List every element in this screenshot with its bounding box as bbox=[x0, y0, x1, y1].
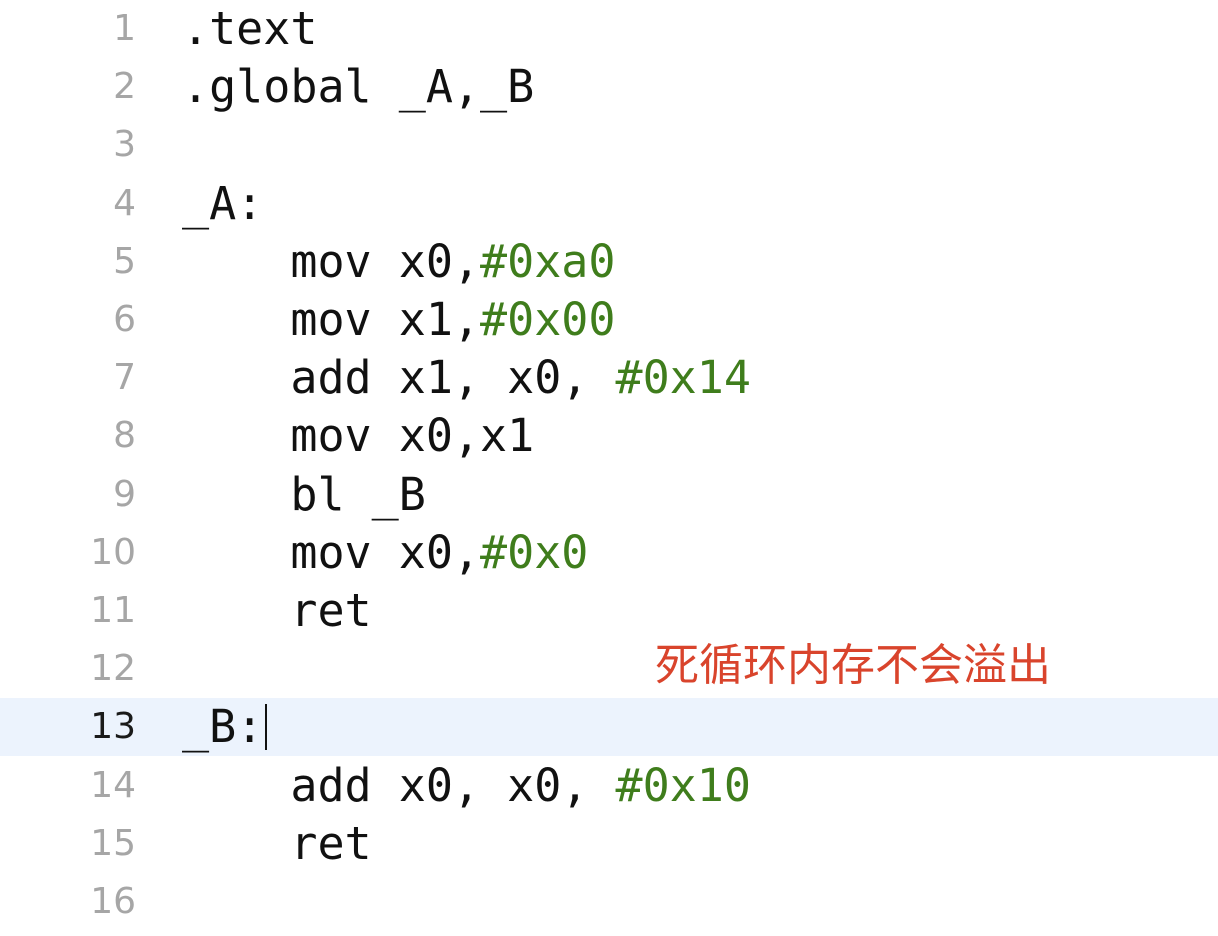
code-token: _A: bbox=[182, 176, 264, 230]
line-number: 14 bbox=[90, 764, 136, 806]
code-line[interactable]: 14 add x0, x0, #0x10 bbox=[0, 757, 1218, 815]
code-token: ret bbox=[290, 816, 372, 870]
code-line-current[interactable]: 13 _B: bbox=[0, 698, 1218, 757]
line-number: 7 bbox=[113, 357, 136, 399]
code-token: _B: bbox=[182, 700, 264, 754]
code-line[interactable]: 9 bl _B bbox=[0, 466, 1218, 524]
number-literal: #0x14 bbox=[615, 351, 751, 405]
line-number: 8 bbox=[113, 415, 136, 457]
code-text[interactable]: mov x1,#0x00 bbox=[182, 291, 616, 349]
number-literal: #0xa0 bbox=[480, 234, 616, 288]
code-line[interactable]: 10 mov x0,#0x0 bbox=[0, 524, 1218, 582]
code-line[interactable]: 8 mov x0,x1 bbox=[0, 407, 1218, 465]
code-line[interactable]: 5 mov x0,#0xa0 bbox=[0, 233, 1218, 291]
code-text[interactable]: add x0, x0, #0x10 bbox=[182, 757, 751, 815]
line-number: 4 bbox=[113, 182, 136, 224]
number-literal: #0x10 bbox=[615, 758, 751, 812]
line-number: 13 bbox=[90, 706, 136, 748]
code-line[interactable]: 4 _A: bbox=[0, 175, 1218, 233]
line-number: 3 bbox=[113, 124, 136, 166]
code-text[interactable]: .global _A,_B bbox=[182, 58, 534, 116]
code-line[interactable]: 1 .text bbox=[0, 0, 1218, 58]
code-token: mov x0,x1 bbox=[290, 409, 535, 463]
line-number: 9 bbox=[113, 473, 136, 515]
code-line[interactable]: 2 .global _A,_B bbox=[0, 58, 1218, 116]
code-token: ret bbox=[290, 584, 372, 637]
code-line[interactable]: 11 ret bbox=[0, 582, 1218, 640]
code-text[interactable]: bl _B bbox=[182, 466, 426, 524]
code-token: mov x0, bbox=[290, 525, 481, 579]
line-number: 1 bbox=[113, 8, 136, 49]
code-token: add x0, x0, bbox=[290, 758, 616, 812]
code-token: mov x1, bbox=[290, 293, 481, 346]
code-line[interactable]: 15 ret bbox=[0, 815, 1218, 873]
line-number: 5 bbox=[113, 240, 136, 282]
code-token: add x1, x0, bbox=[290, 351, 616, 405]
code-text[interactable]: add x1, x0, #0x14 bbox=[182, 349, 751, 407]
code-line[interactable]: 7 add x1, x0, #0x14 bbox=[0, 349, 1218, 407]
code-editor[interactable]: 1 .text 2 .global _A,_B 3 4 _A: 5 mov x0,#0xa0 6… bbox=[0, 0, 1218, 936]
code-text[interactable]: .text bbox=[182, 0, 317, 58]
code-token: .text bbox=[182, 2, 318, 55]
code-text[interactable]: mov x0,x1 bbox=[182, 407, 534, 465]
code-text[interactable]: ret bbox=[182, 815, 372, 873]
code-line[interactable]: 6 mov x1,#0x00 bbox=[0, 291, 1218, 349]
code-text[interactable]: mov x0,#0x0 bbox=[182, 524, 588, 582]
text-caret bbox=[265, 704, 268, 751]
number-literal: #0x00 bbox=[480, 293, 616, 346]
code-token: mov x0, bbox=[290, 234, 481, 288]
annotation-text: 死循环内存不会溢出 bbox=[655, 640, 1051, 691]
line-number: 11 bbox=[90, 590, 136, 631]
number-literal: #0x0 bbox=[480, 525, 589, 579]
line-number: 2 bbox=[113, 66, 136, 108]
line-number: 6 bbox=[113, 299, 136, 340]
line-number: 10 bbox=[90, 531, 136, 573]
code-text[interactable]: ret bbox=[182, 582, 372, 640]
code-text[interactable]: mov x0,#0xa0 bbox=[182, 233, 616, 291]
code-text[interactable]: _A: bbox=[182, 175, 263, 233]
code-token: bl _B bbox=[290, 467, 426, 521]
code-token: .global _A,_B bbox=[182, 60, 535, 114]
line-number: 12 bbox=[90, 648, 136, 690]
line-number: 16 bbox=[90, 881, 136, 922]
code-line[interactable]: 3 bbox=[0, 116, 1218, 174]
line-number: 15 bbox=[90, 822, 136, 864]
code-text[interactable]: _B: bbox=[182, 698, 268, 756]
code-line[interactable]: 16 bbox=[0, 873, 1218, 931]
